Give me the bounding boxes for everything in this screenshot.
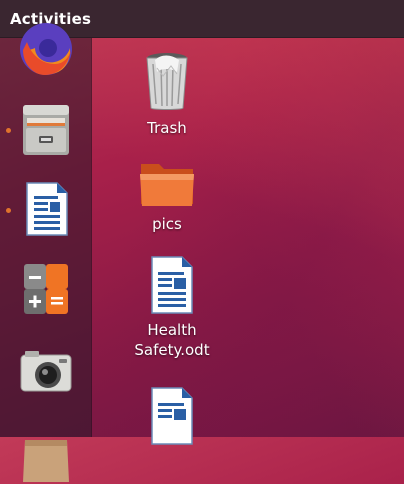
writer-document-icon xyxy=(26,182,68,236)
pics-label: pics xyxy=(152,215,182,233)
dock-item-writer[interactable] xyxy=(17,180,75,238)
firefox-icon xyxy=(20,23,72,75)
running-indicator xyxy=(6,128,11,133)
writer-document-icon xyxy=(151,256,193,314)
running-indicator xyxy=(6,208,11,213)
dock-item-software[interactable] xyxy=(17,426,75,484)
desktop-item-pics[interactable]: pics xyxy=(117,158,217,234)
health-safety-label-line1: Health xyxy=(147,321,197,339)
trash-label: Trash xyxy=(147,119,187,137)
desktop-item-trash[interactable]: Trash xyxy=(117,50,217,138)
desktop-item-health-safety[interactable]: Health Safety.odt xyxy=(122,254,222,360)
calculator-icon xyxy=(24,264,68,314)
dock-item-calculator[interactable] xyxy=(17,260,75,318)
camera-icon xyxy=(20,351,72,392)
dock xyxy=(0,23,92,482)
shopping-bag-icon xyxy=(23,440,69,482)
dock-item-firefox[interactable] xyxy=(17,20,75,78)
dock-item-files[interactable] xyxy=(17,100,75,158)
file-cabinet-icon xyxy=(23,105,69,155)
dock-item-camera[interactable] xyxy=(17,343,75,401)
writer-document-icon xyxy=(151,387,193,445)
folder-icon xyxy=(140,164,194,206)
desktop-item-document[interactable] xyxy=(122,385,222,447)
health-safety-label-line2: Safety.odt xyxy=(134,341,210,359)
trash-icon xyxy=(146,53,188,110)
